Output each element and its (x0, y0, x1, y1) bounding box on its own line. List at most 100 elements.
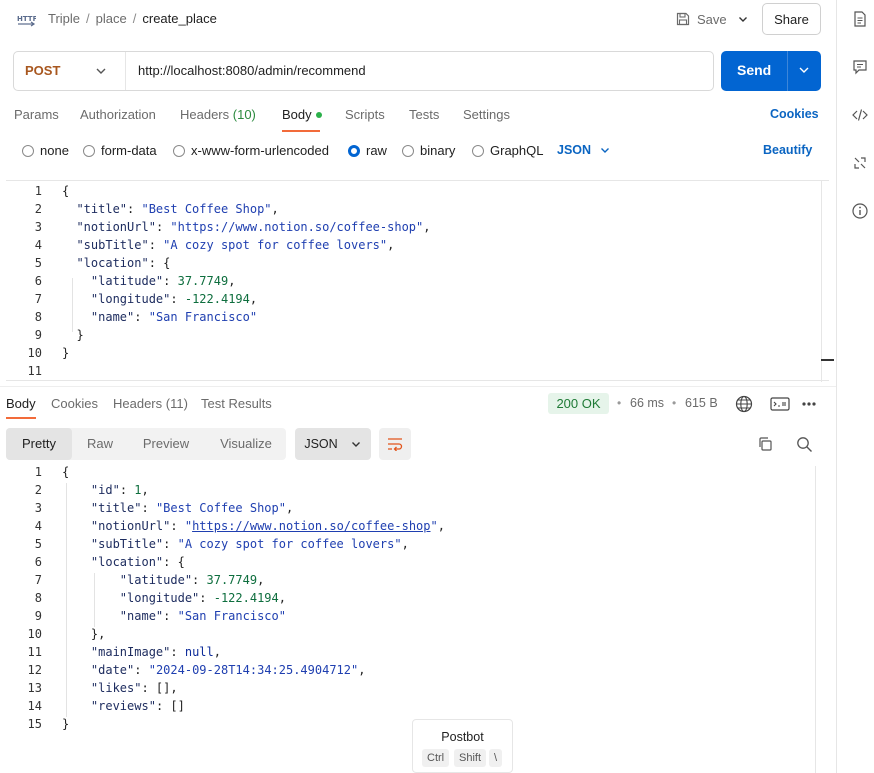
info-icon[interactable] (851, 202, 869, 220)
save-response-icon[interactable] (770, 397, 790, 411)
response-tab-body[interactable]: Body (6, 396, 36, 411)
tab-params[interactable]: Params (14, 107, 59, 122)
scrollbar[interactable] (821, 181, 822, 382)
radio-button-selected[interactable] (348, 144, 360, 157)
globe-icon[interactable] (735, 395, 753, 413)
response-tab-cookies[interactable]: Cookies (51, 396, 98, 411)
radio-button[interactable] (83, 144, 95, 157)
view-tab-raw[interactable]: Raw (72, 428, 128, 460)
tab-headers-label: Headers (180, 107, 230, 122)
save-options-button[interactable] (733, 5, 753, 33)
body-type-none[interactable]: none (22, 143, 69, 158)
code-token: } (62, 346, 70, 360)
response-format-select[interactable]: JSON (295, 428, 371, 460)
response-tab-headers[interactable]: Headers (11) (113, 396, 188, 411)
code-token: "title" (76, 202, 128, 216)
chevron-down-icon[interactable] (94, 64, 108, 78)
view-tab-preview[interactable]: Preview (130, 428, 202, 460)
body-type-graphql[interactable]: GraphQL (472, 143, 543, 158)
url-bar: POST http://localhost:8080/admin/recomme… (13, 51, 714, 91)
postbot-panel[interactable]: Postbot Ctrl Shift \ (412, 719, 513, 773)
code-token: "date" (90, 663, 135, 677)
method-select[interactable]: POST (25, 63, 60, 78)
tab-body-label: Body (282, 107, 312, 122)
copy-icon[interactable] (757, 436, 773, 452)
body-indicator-dot (315, 112, 322, 118)
tab-authorization[interactable]: Authorization (80, 107, 156, 122)
body-format-select[interactable]: JSON (557, 143, 611, 157)
tab-scripts[interactable]: Scripts (345, 107, 385, 122)
code-token: -122.4194 (213, 591, 279, 605)
radio-button[interactable] (472, 144, 484, 157)
code-token: : (199, 591, 214, 605)
search-icon[interactable] (796, 436, 813, 453)
code-token: , (141, 483, 149, 497)
documentation-icon[interactable] (851, 10, 869, 28)
code-line: "longitude": -122.4194, (62, 290, 257, 308)
line-number: 9 (34, 328, 42, 342)
code-line: "id": 1, (62, 481, 149, 499)
code-line: "latitude": 37.7749, (62, 272, 236, 290)
view-tab-pretty[interactable]: Pretty (6, 428, 72, 460)
body-type-urlencoded[interactable]: x-www-form-urlencoded (173, 143, 329, 158)
tab-body[interactable]: Body (282, 107, 322, 122)
code-line: "notionUrl": "https://www.notion.so/coff… (62, 218, 430, 236)
line-number: 11 (27, 364, 42, 378)
send-button[interactable]: Send (721, 51, 821, 91)
tab-headers[interactable]: Headers (10) (180, 107, 256, 122)
code-icon[interactable] (851, 106, 869, 124)
url-input[interactable]: http://localhost:8080/admin/recommend (138, 63, 366, 78)
save-button[interactable]: Save (671, 5, 731, 33)
breadcrumb-request-name[interactable]: create_place (142, 11, 216, 26)
breadcrumb-folder[interactable]: place (96, 11, 127, 26)
response-tab-test-results[interactable]: Test Results (201, 396, 272, 411)
postbot-title: Postbot (441, 730, 484, 744)
body-type-raw[interactable]: raw (348, 143, 387, 158)
breadcrumb-collection[interactable]: Triple (48, 11, 80, 26)
view-tab-visualize[interactable]: Visualize (206, 428, 286, 460)
tab-headers-count: (10) (232, 107, 256, 122)
svg-text:HTTP: HTTP (17, 15, 36, 23)
body-type-label: x-www-form-urlencoded (191, 143, 329, 158)
body-type-binary[interactable]: binary (402, 143, 455, 158)
code-token: : (163, 537, 178, 551)
scrollbar[interactable] (815, 466, 816, 773)
status-badge[interactable]: 200 OK (548, 393, 609, 414)
request-body-editor[interactable]: 1 {2 "title": "Best Coffee Shop", 3 "notio… (6, 180, 834, 382)
tab-settings[interactable]: Settings (463, 107, 510, 122)
line-number: 2 (34, 483, 42, 497)
radio-button[interactable] (22, 144, 34, 157)
radio-button[interactable] (173, 144, 185, 157)
code-token: : (163, 609, 178, 623)
code-token: "San Francisco" (148, 310, 258, 324)
line-number: 10 (27, 346, 42, 360)
chevron-down-icon (739, 17, 747, 22)
code-token: , (257, 573, 265, 587)
request-tabs: Params Authorization Headers (10) Body S… (14, 106, 824, 128)
more-options-icon[interactable] (801, 400, 817, 408)
tab-tests[interactable]: Tests (409, 107, 439, 122)
share-button[interactable]: Share (762, 3, 821, 35)
radio-button[interactable] (402, 144, 414, 157)
comments-icon[interactable] (851, 58, 869, 76)
keyboard-key: \ (489, 749, 503, 767)
body-type-label: none (40, 143, 69, 158)
beautify-button[interactable]: Beautify (763, 143, 812, 157)
cookies-link[interactable]: Cookies (770, 107, 819, 121)
response-size[interactable]: 615 B (685, 396, 718, 410)
related-requests-icon[interactable] (851, 154, 869, 172)
breadcrumb-separator: / (86, 11, 90, 26)
code-token: https://www.notion.so/coffee-shop (192, 519, 431, 533)
code-token: "location" (90, 555, 164, 569)
code-token: , (213, 645, 221, 659)
body-type-form-data[interactable]: form-data (83, 143, 157, 158)
chevron-down-icon[interactable] (797, 63, 811, 77)
code-line: "location": { (62, 553, 185, 571)
response-time[interactable]: 66 ms (630, 396, 664, 410)
wrap-lines-button[interactable] (379, 428, 411, 460)
